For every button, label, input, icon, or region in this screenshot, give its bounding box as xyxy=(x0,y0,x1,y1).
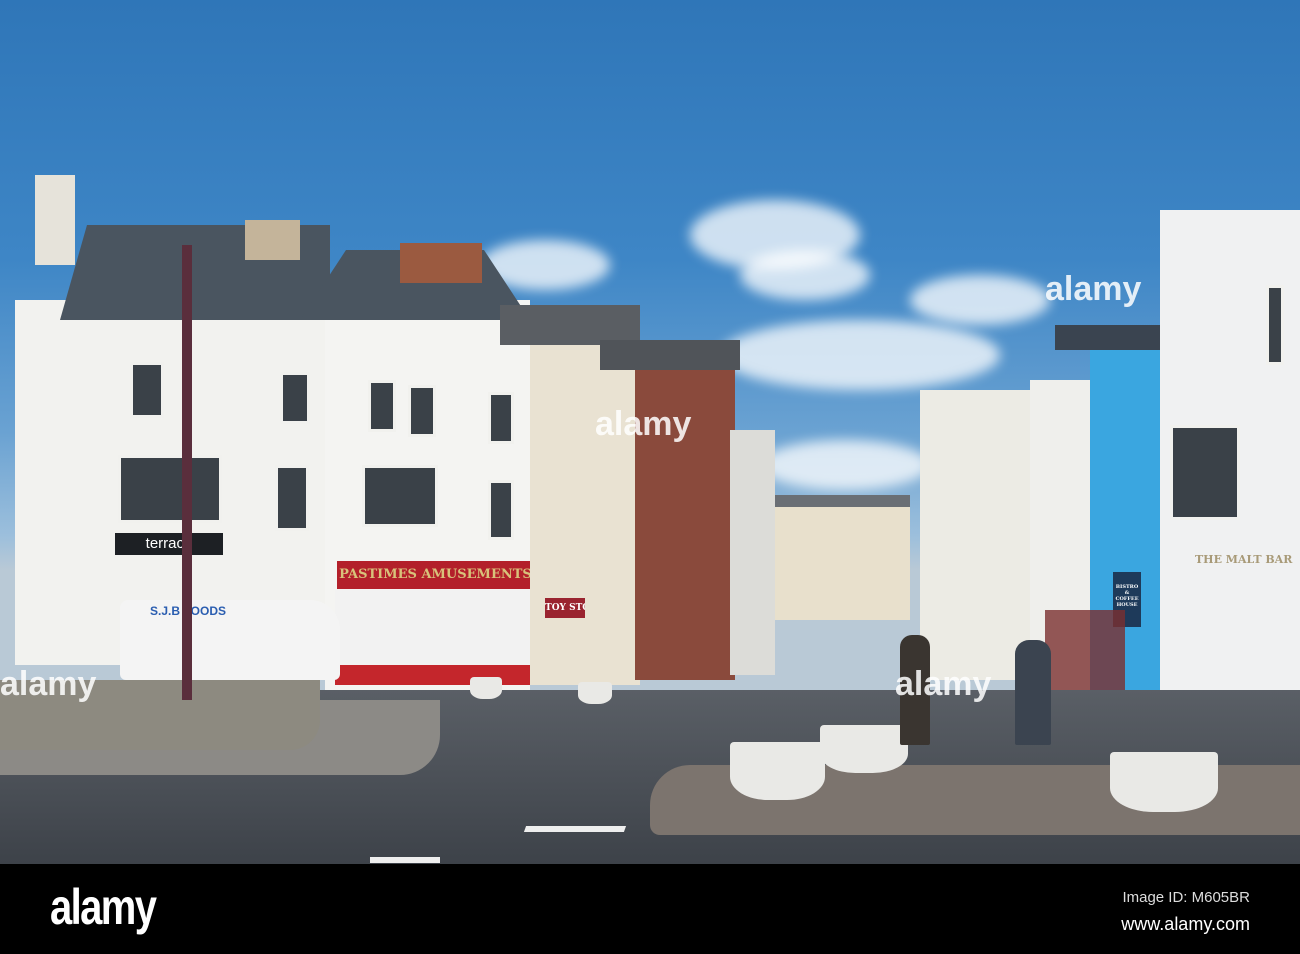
beige-building xyxy=(530,330,640,685)
roof xyxy=(500,305,640,345)
chimney xyxy=(245,220,300,260)
terrace-sign: terrace xyxy=(115,533,223,555)
window xyxy=(488,392,514,444)
cream-building-right xyxy=(920,390,1040,680)
lamp-post xyxy=(182,245,192,700)
window xyxy=(118,455,222,523)
cloud xyxy=(720,320,1000,390)
pedestrian xyxy=(1015,640,1051,745)
planter xyxy=(470,677,502,699)
roof xyxy=(1055,325,1165,350)
watermark-logo: alamy xyxy=(0,665,97,703)
watermark-logo: alamy xyxy=(1045,270,1142,308)
footer-bar: alamy Image ID: M605BR www.alamy.com xyxy=(0,864,1300,954)
window xyxy=(368,380,396,432)
planter xyxy=(730,742,825,800)
window xyxy=(362,465,438,527)
window xyxy=(408,385,436,437)
chimney xyxy=(35,175,75,265)
chimney xyxy=(400,243,482,283)
image-id: Image ID: M605BR xyxy=(1122,889,1250,906)
bar-sign: THE MALT BAR xyxy=(1195,553,1293,566)
roof xyxy=(600,340,740,370)
cloud xyxy=(740,250,870,300)
amusements-shopfront xyxy=(335,590,530,685)
distant-buildings xyxy=(770,500,910,620)
amusements-sign: PASTIMES AMUSEMENTS xyxy=(337,561,534,589)
planter xyxy=(820,725,908,773)
alamy-url: www.alamy.com xyxy=(1121,914,1250,934)
window xyxy=(280,372,310,424)
street-photo: terrace PASTIMES AMUSEMENTS TOY STO BIST… xyxy=(0,0,1300,864)
window xyxy=(1266,285,1284,365)
cloud xyxy=(760,440,930,490)
cloud xyxy=(910,275,1050,325)
white-terrace-far xyxy=(730,430,775,675)
planter xyxy=(1110,752,1218,812)
window xyxy=(130,362,164,418)
toy-store-sign: TOY STO xyxy=(545,598,585,618)
road-marking xyxy=(523,826,627,832)
distant-roof xyxy=(770,495,910,507)
watermark-logo: alamy xyxy=(895,665,992,703)
planter xyxy=(578,682,612,704)
window xyxy=(275,465,309,531)
window xyxy=(1170,425,1240,520)
window xyxy=(488,480,514,540)
road-marking xyxy=(370,857,440,863)
watermark-logo: alamy xyxy=(595,405,692,443)
alamy-logo: alamy xyxy=(50,879,157,935)
